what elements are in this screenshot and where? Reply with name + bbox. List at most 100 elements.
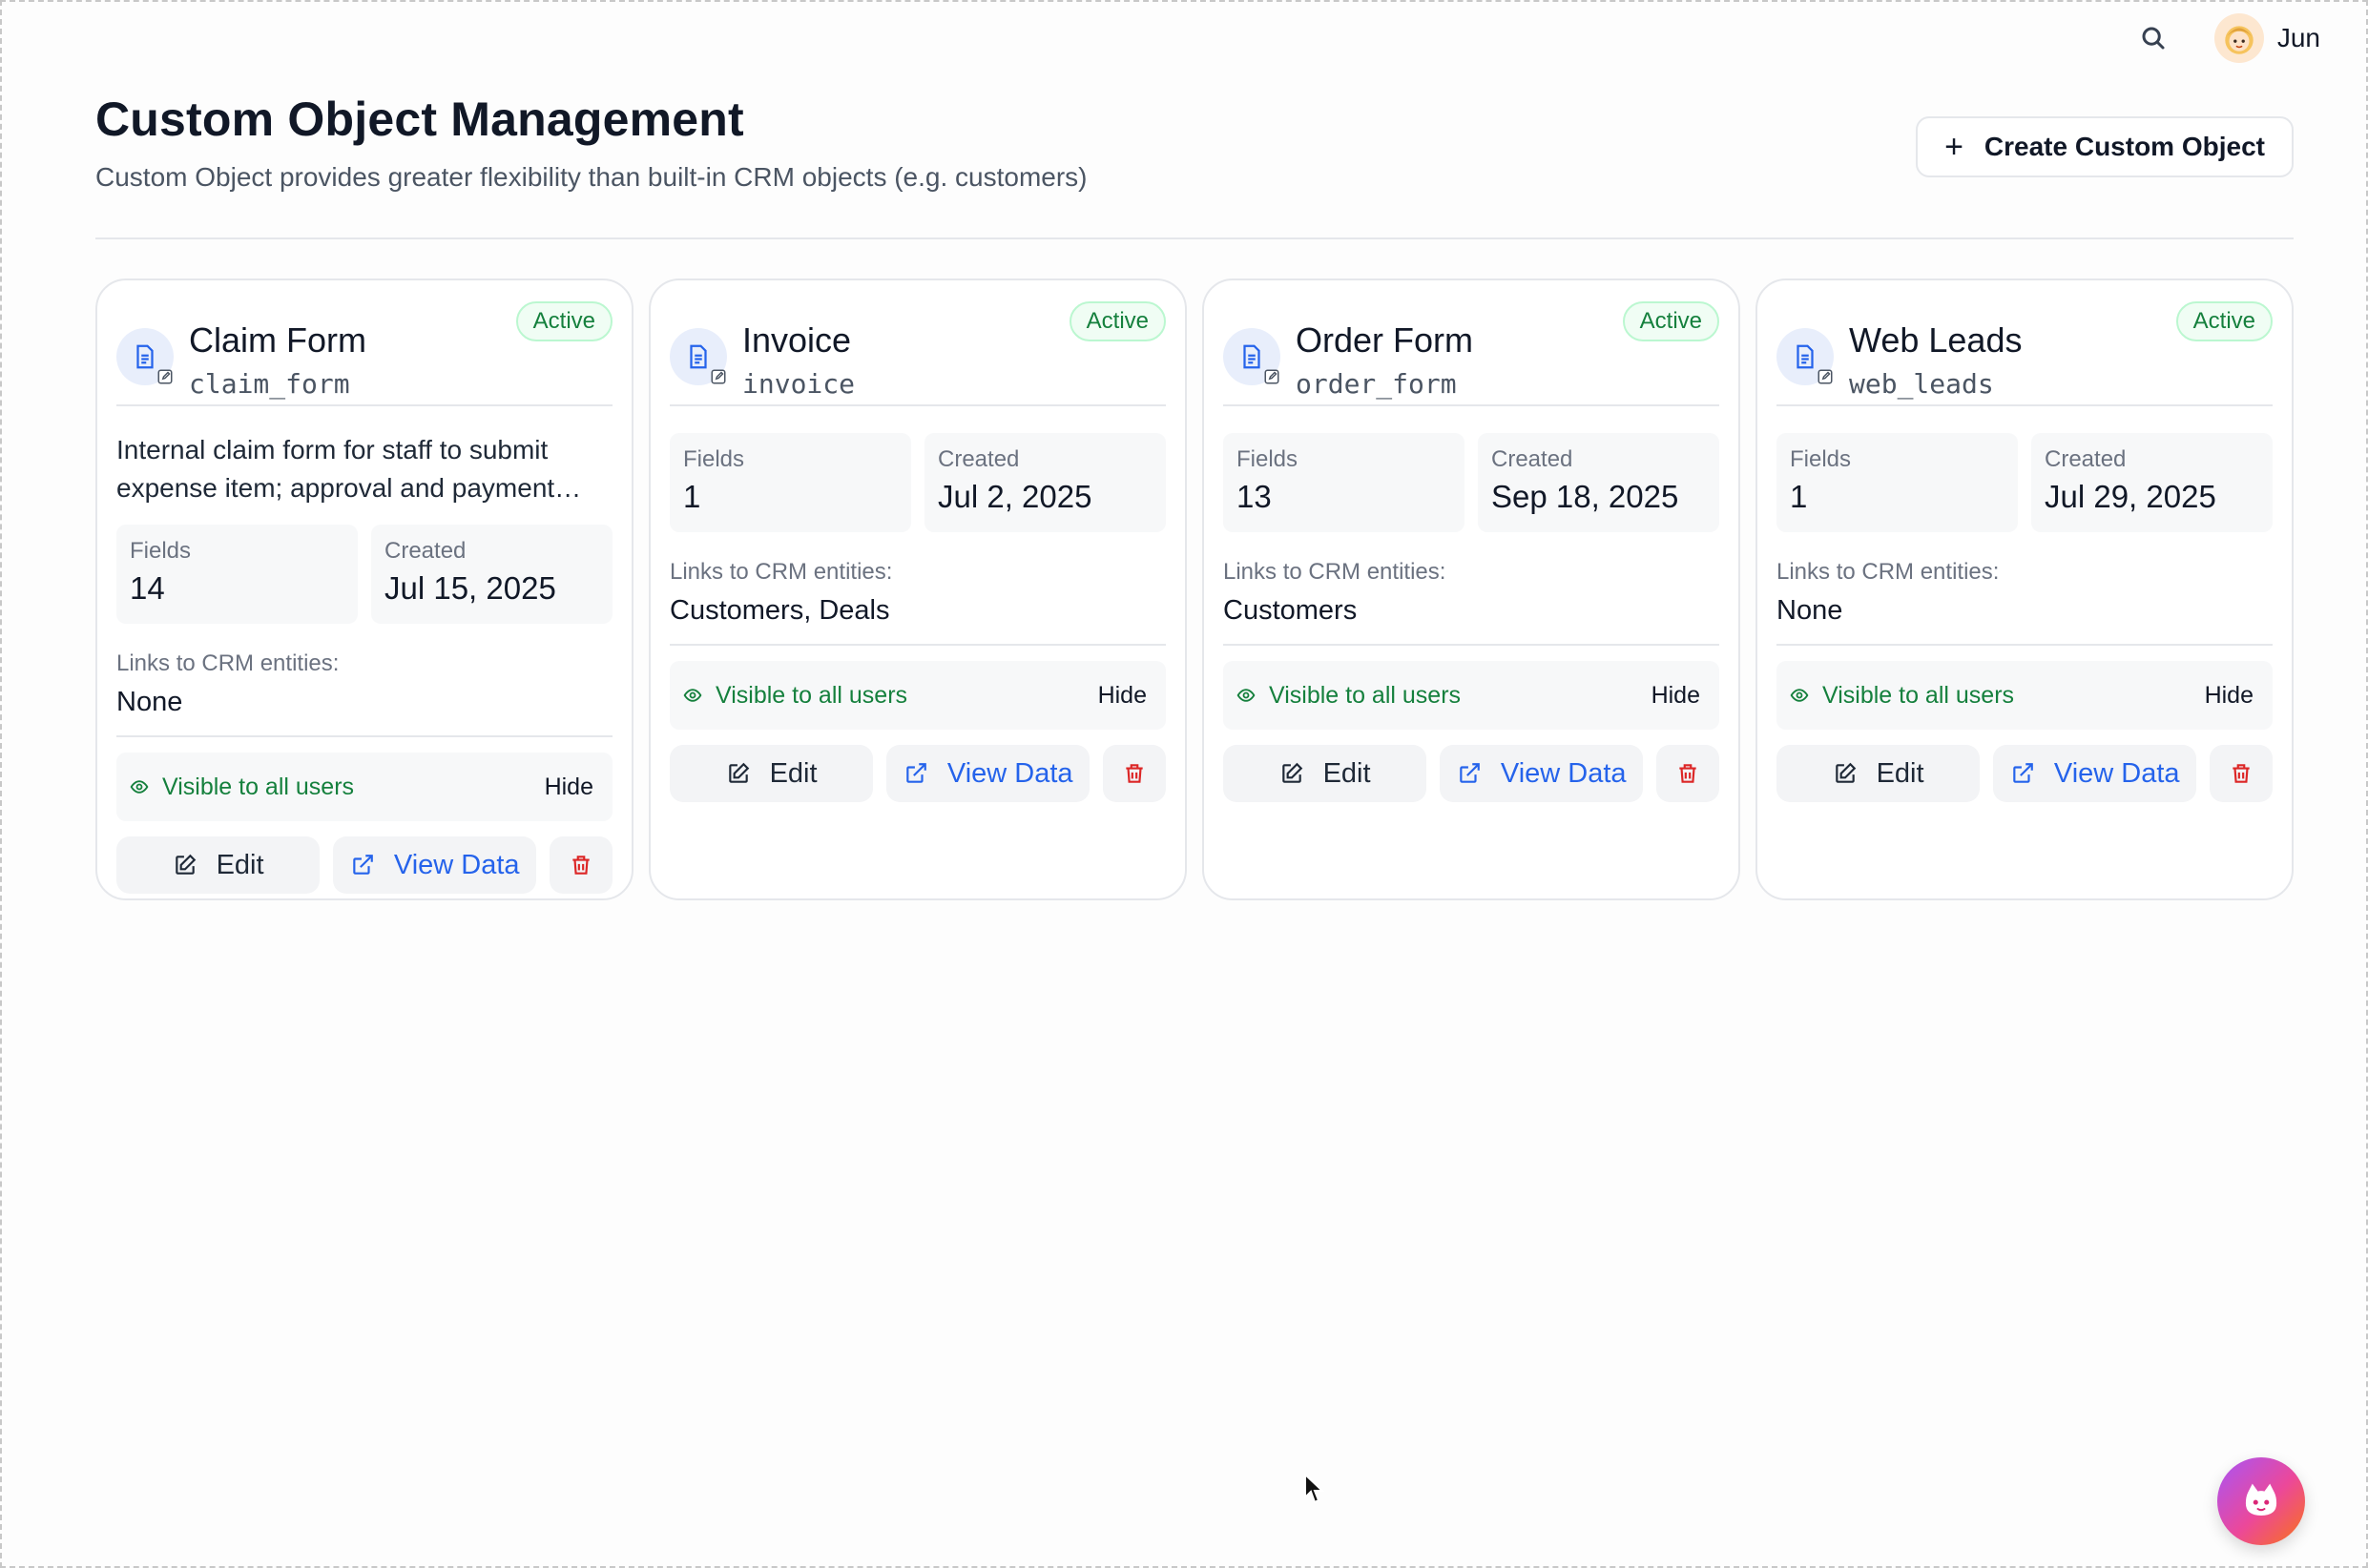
eye-icon: [1790, 689, 1809, 702]
mouse-cursor: [1304, 1473, 1324, 1504]
create-custom-object-button[interactable]: + Create Custom Object: [1916, 116, 2294, 177]
links-label: Links to CRM entities:: [1223, 559, 1446, 585]
pencil-square-icon: [175, 854, 196, 875]
edit-label: Edit: [1876, 757, 1924, 789]
external-link-icon: [1460, 763, 1480, 783]
edit-label: Edit: [1322, 757, 1371, 789]
pencil-square-icon: [1281, 762, 1302, 783]
view-data-label: View Data: [2053, 757, 2180, 789]
visibility-label: Visible to all users: [162, 773, 355, 800]
fields-label: Fields: [683, 446, 745, 472]
card-stats: Fields 14 Created Jul 15, 2025: [116, 525, 613, 624]
user-menu[interactable]: Jun: [2213, 13, 2320, 63]
fields-count: 1: [1790, 479, 1808, 514]
card-divider: [116, 735, 613, 737]
view-data-label: View Data: [946, 757, 1073, 789]
object-card-invoice: Invoice invoice Active Fields 1 Created …: [649, 279, 1187, 900]
document-icon: [1223, 328, 1280, 385]
external-link-icon: [906, 763, 926, 783]
fields-stat: Fields 1: [670, 433, 911, 532]
object-card-list: Claim Form claim_form Active Internal cl…: [95, 279, 2294, 900]
fields-label: Fields: [1236, 446, 1298, 472]
hide-button[interactable]: Hide: [1651, 682, 1700, 710]
card-stats: Fields 1 Created Jul 29, 2025: [1776, 433, 2273, 532]
create-button-label: Create Custom Object: [1984, 132, 2265, 161]
object-card-web-leads: Web Leads web_leads Active Fields 1 Crea…: [1755, 279, 2294, 900]
created-stat: Created Sep 18, 2025: [1478, 433, 1719, 532]
card-description: Internal claim form for staff to submit …: [116, 435, 582, 503]
edit-button[interactable]: Edit: [670, 745, 874, 802]
card-actions: Edit View Data: [116, 836, 613, 894]
view-data-label: View Data: [1500, 757, 1627, 789]
hide-button[interactable]: Hide: [1098, 682, 1147, 710]
trash-icon: [2233, 764, 2250, 783]
pencil-square-icon: [728, 762, 749, 783]
links-label: Links to CRM entities:: [670, 559, 893, 585]
view-data-button[interactable]: View Data: [1440, 745, 1644, 802]
header-divider: [95, 237, 2294, 239]
card-header: Order Form order_form Active: [1223, 299, 1719, 406]
hide-button[interactable]: Hide: [2205, 682, 2254, 710]
visibility-row: Visible to all users Hide: [1776, 661, 2273, 730]
card-api-key: claim_form: [189, 368, 350, 400]
hide-button[interactable]: Hide: [545, 774, 593, 801]
view-data-button[interactable]: View Data: [333, 836, 537, 894]
created-date: Jul 29, 2025: [2045, 479, 2216, 514]
card-divider: [1223, 644, 1719, 646]
visibility-label: Visible to all users: [1822, 681, 2015, 709]
card-stats: Fields 13 Created Sep 18, 2025: [1223, 433, 1719, 532]
card-api-key: invoice: [742, 368, 856, 400]
edit-button[interactable]: Edit: [116, 836, 321, 894]
user-name: Jun: [2276, 23, 2320, 52]
delete-button[interactable]: [1656, 745, 1720, 802]
search-icon[interactable]: [2134, 19, 2172, 57]
edit-label: Edit: [216, 849, 264, 880]
eye-icon: [1236, 689, 1256, 702]
created-stat: Created Jul 29, 2025: [2031, 433, 2273, 532]
visibility-row: Visible to all users Hide: [670, 661, 1166, 730]
edit-button[interactable]: Edit: [1223, 745, 1427, 802]
created-date: Jul 15, 2025: [384, 570, 556, 606]
visibility-label: Visible to all users: [716, 681, 908, 709]
created-date: Sep 18, 2025: [1491, 479, 1679, 514]
fields-stat: Fields 1: [1776, 433, 2018, 532]
status-badge: Active: [2175, 301, 2273, 341]
card-api-key: web_leads: [1849, 368, 1994, 400]
status-badge: Active: [1069, 301, 1166, 341]
fields-label: Fields: [1790, 446, 1852, 472]
fields-count: 14: [130, 570, 165, 606]
card-header: Claim Form claim_form Active: [116, 299, 613, 406]
view-data-label: View Data: [393, 849, 520, 880]
pencil-square-icon: [1835, 762, 1856, 783]
card-actions: Edit View Data: [670, 745, 1167, 802]
delete-button[interactable]: [1103, 745, 1167, 802]
links-label: Links to CRM entities:: [1776, 559, 2000, 585]
fields-stat: Fields 14: [116, 525, 358, 624]
view-data-button[interactable]: View Data: [886, 745, 1091, 802]
created-label: Created: [384, 538, 467, 564]
trash-icon: [1126, 764, 1143, 783]
external-link-icon: [353, 855, 373, 875]
avatar: [2213, 13, 2264, 63]
document-icon: [1776, 328, 1834, 385]
delete-button[interactable]: [2210, 745, 2274, 802]
assistant-button[interactable]: [2217, 1457, 2305, 1545]
visibility-row: Visible to all users Hide: [1223, 661, 1719, 730]
created-label: Created: [938, 446, 1020, 472]
view-data-button[interactable]: View Data: [1993, 745, 2197, 802]
page-header: Custom Object Management Custom Object p…: [95, 92, 2294, 193]
delete-button[interactable]: [550, 836, 613, 894]
document-icon: [670, 328, 727, 385]
eye-icon: [683, 689, 702, 702]
object-card-order-form: Order Form order_form Active Fields 13 C…: [1202, 279, 1740, 900]
visibility-label: Visible to all users: [1269, 681, 1462, 709]
created-stat: Created Jul 15, 2025: [371, 525, 613, 624]
plus-icon: +: [1944, 129, 1963, 165]
links-value: None: [1776, 595, 1843, 626]
card-api-key: order_form: [1296, 368, 1457, 400]
external-link-icon: [2013, 763, 2033, 783]
links-value: Customers, Deals: [670, 595, 890, 626]
created-stat: Created Jul 2, 2025: [924, 433, 1166, 532]
edit-button[interactable]: Edit: [1776, 745, 1981, 802]
cat-face-icon: [2245, 1483, 2277, 1516]
